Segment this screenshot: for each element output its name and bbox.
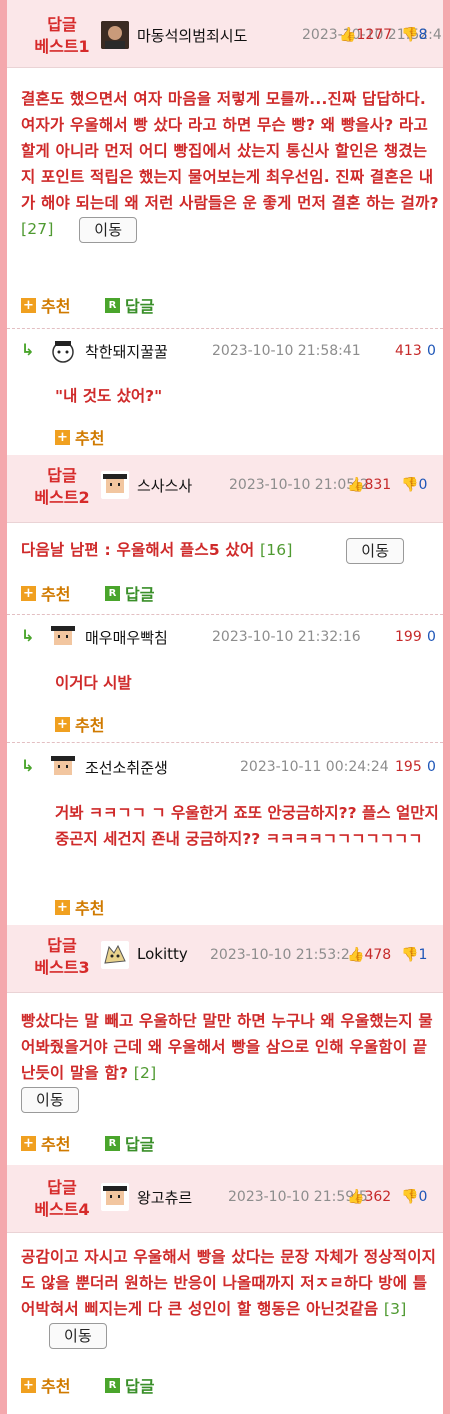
plus-icon: + (21, 1135, 36, 1151)
comment-date: 2023-10-10 21:53:2 (210, 947, 350, 963)
best-badge: 답글 베스트3 (34, 936, 90, 977)
reply-button[interactable]: R 답글 (105, 1131, 154, 1155)
reply-date: 2023-10-10 21:32:16 (212, 629, 361, 645)
reply-button[interactable]: R 답글 (105, 293, 154, 317)
r-badge-icon: R (105, 585, 120, 601)
thumbs-up-icon[interactable]: 👍 (347, 947, 364, 963)
downvote-count[interactable]: 0 (427, 629, 436, 645)
thumbs-down-icon[interactable]: 👎 (401, 947, 418, 963)
downvote-count[interactable]: 👎1 (401, 947, 427, 963)
thumbs-down-icon[interactable]: 👎 (401, 27, 418, 43)
reply-arrow-icon: ↳ (21, 756, 35, 775)
reply-button[interactable]: R 답글 (105, 1373, 154, 1397)
downvote-count[interactable]: 👎8 (401, 27, 427, 43)
avatar[interactable] (101, 1183, 129, 1211)
plus-icon: + (55, 899, 70, 915)
recommend-button[interactable]: + 추천 (21, 1373, 70, 1397)
downvote-count[interactable]: 0 (427, 343, 436, 359)
reply-date: 2023-10-11 00:24:24 (240, 759, 389, 775)
comment-nickname[interactable]: 스사스사 (137, 475, 192, 496)
move-button[interactable]: 이동 (346, 537, 405, 564)
best-comment-header: 답글 베스트4 왕고츄르 2023-10-10 21:59:5 👍362 👎0 (7, 1165, 443, 1233)
best-badge: 답글 베스트4 (34, 1178, 90, 1219)
best-comment-header: 답글 베스트3 Lokitty 2023-10-10 21:53:2 👍478 … (7, 925, 443, 993)
plus-icon: + (55, 716, 70, 732)
thumbs-up-icon[interactable]: 👍 (347, 1189, 364, 1205)
reply-nickname[interactable]: 착한돼지꿀꿀 (85, 341, 168, 362)
reply-nickname[interactable]: 매우매우빡침 (85, 627, 168, 648)
recommend-button[interactable]: + 추천 (21, 1131, 70, 1155)
upvote-count[interactable]: 199 (395, 629, 422, 645)
move-button[interactable]: 이동 (21, 1086, 80, 1113)
comment-body: 빵샀다는 말 빼고 우울하단 말만 하면 누구나 왜 우울했는지 물어봐줬을거야… (21, 1008, 441, 1113)
move-button[interactable]: 이동 (79, 216, 138, 243)
downvote-count[interactable]: 👎0 (401, 477, 427, 493)
thumbs-down-icon[interactable]: 👎 (401, 477, 418, 493)
avatar[interactable] (49, 753, 77, 781)
plus-icon: + (55, 429, 70, 445)
best-badge: 답글 베스트1 (34, 15, 90, 56)
comment-list: 답글 베스트1 마동석의범죄시도 2023-10-10 21:52:4 👍127… (7, 0, 443, 1414)
thumbs-up-icon[interactable]: 👍 (347, 477, 364, 493)
plus-icon: + (21, 297, 36, 313)
recommend-button[interactable]: + 추천 (55, 895, 104, 919)
reply-body: "내 것도 샀어?" (55, 387, 163, 405)
comment-nickname[interactable]: 왕고츄르 (137, 1187, 192, 1208)
recommend-button[interactable]: + 추천 (55, 712, 104, 736)
recommend-button[interactable]: + 추천 (55, 425, 104, 449)
avatar[interactable] (49, 337, 77, 365)
r-badge-icon: R (105, 1377, 120, 1393)
reply-count: [2] (133, 1064, 157, 1082)
best-comment-header: 답글 베스트2 스사스사 2023-10-10 21:05:2 👍831 👎0 (7, 455, 443, 523)
reply-nickname[interactable]: 조선소취준생 (85, 757, 168, 778)
move-button[interactable]: 이동 (49, 1322, 108, 1349)
reply-body: 거봐 ㅋㅋㄱㄱ ㄱ 우울한거 죠또 안궁금하지?? 플스 얼만지 중곤지 세건지… (55, 804, 439, 848)
reply-count: [16] (259, 541, 293, 559)
upvote-count[interactable]: 👍362 (347, 1189, 391, 1205)
comment-body: 결혼도 했으면서 여자 마음을 저렇게 모를까...진짜 답답하다. 여자가 우… (21, 86, 441, 243)
upvote-count[interactable]: 413 (395, 343, 422, 359)
r-badge-icon: R (105, 297, 120, 313)
downvote-count[interactable]: 👎0 (401, 1189, 427, 1205)
recommend-button[interactable]: + 추천 (21, 293, 70, 317)
recommend-button[interactable]: + 추천 (21, 581, 70, 605)
upvote-count[interactable]: 👍1277 (339, 27, 392, 43)
divider (7, 328, 443, 329)
upvote-count[interactable]: 👍478 (347, 947, 391, 963)
reply-arrow-icon: ↳ (21, 340, 35, 359)
divider (7, 742, 443, 743)
best-comment-header: 답글 베스트1 마동석의범죄시도 2023-10-10 21:52:4 👍127… (7, 0, 443, 68)
reply-arrow-icon: ↳ (21, 626, 35, 645)
downvote-count[interactable]: 0 (427, 759, 436, 775)
r-badge-icon: R (105, 1135, 120, 1151)
upvote-count[interactable]: 195 (395, 759, 422, 775)
thumbs-down-icon[interactable]: 👎 (401, 1189, 418, 1205)
reply-count: [3] (383, 1300, 407, 1318)
avatar[interactable] (101, 471, 129, 499)
reply-body: 이거다 시발 (55, 674, 132, 692)
plus-icon: + (21, 585, 36, 601)
thumbs-up-icon[interactable]: 👍 (339, 27, 356, 43)
avatar[interactable] (101, 941, 129, 969)
comment-nickname[interactable]: 마동석의범죄시도 (137, 25, 247, 46)
reply-date: 2023-10-10 21:58:41 (212, 343, 361, 359)
avatar[interactable] (101, 21, 129, 49)
comment-body: 다음날 남편 : 우울해서 플스5 샀어 [16] 이동 (21, 537, 441, 564)
comment-body: 공감이고 자시고 우울해서 빵을 샀다는 문장 자체가 정상적이지도 않을 뿐더… (21, 1244, 441, 1349)
comment-nickname[interactable]: Lokitty (137, 945, 188, 963)
avatar[interactable] (49, 623, 77, 651)
best-badge: 답글 베스트2 (34, 466, 90, 507)
reply-button[interactable]: R 답글 (105, 581, 154, 605)
plus-icon: + (21, 1377, 36, 1393)
divider (7, 614, 443, 615)
reply-count: [27] (21, 220, 54, 238)
upvote-count[interactable]: 👍831 (347, 477, 391, 493)
